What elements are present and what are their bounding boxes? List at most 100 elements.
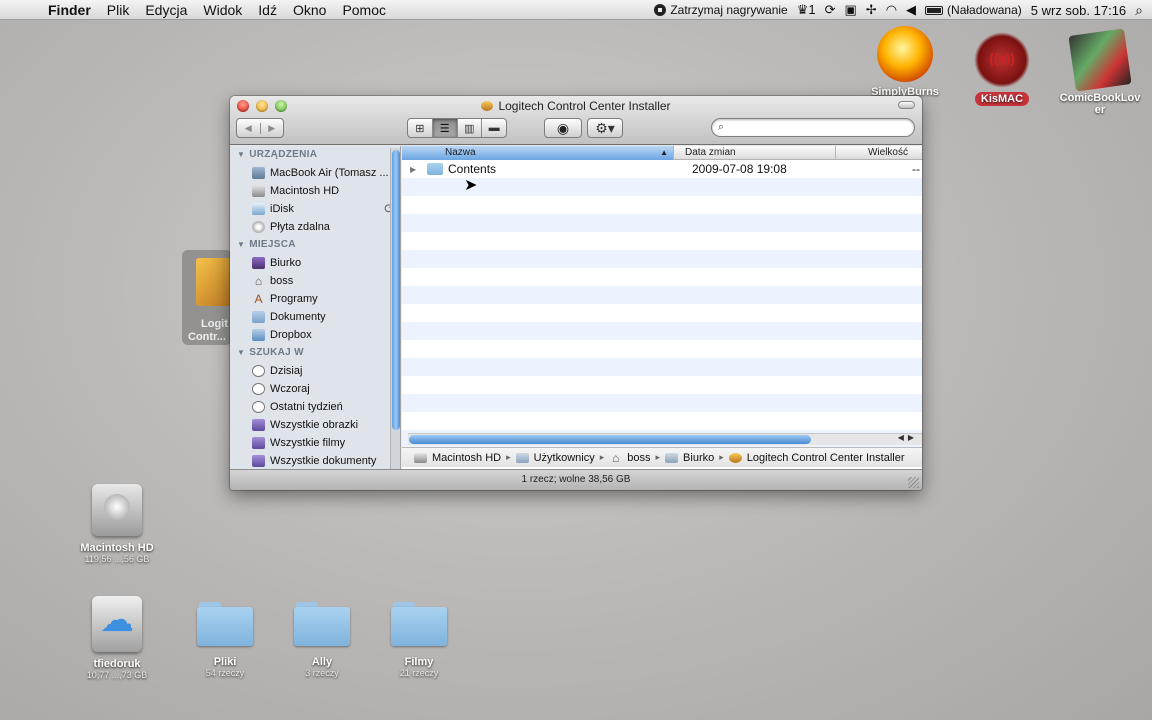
hard-drive-icon — [414, 452, 427, 463]
stop-recording-label: Zatrzymaj nagrywanie — [670, 3, 788, 17]
action-menu-button[interactable]: ⚙▾ — [587, 118, 623, 138]
desktop-icon-comicbooklover[interactable]: ComicBookLover — [1058, 28, 1142, 116]
path-item-installer[interactable]: Logitech Control Center Installer — [728, 451, 905, 464]
sidebar-item-all-images[interactable]: Wszystkie obrazki — [230, 416, 400, 434]
menu-plik[interactable]: Plik — [99, 2, 138, 18]
icon-view-button[interactable]: ⊞ — [408, 119, 432, 137]
desktop-icon-pliki[interactable]: Pliki 54 rzeczy — [190, 602, 260, 679]
menu-finder[interactable]: Finder — [44, 2, 99, 18]
clock-icon — [252, 383, 265, 395]
desktop-icon-simplyburns[interactable]: SimplyBurns — [866, 26, 944, 98]
scrollbar-thumb[interactable] — [409, 435, 811, 444]
toolbar-toggle-button[interactable] — [898, 101, 915, 109]
menu-idz[interactable]: Idź — [250, 2, 285, 18]
scroll-arrows-icon[interactable]: ◀▶ — [898, 433, 918, 442]
bluetooth-icon[interactable]: ✢ — [866, 2, 877, 18]
column-header-date[interactable]: Data zmian — [674, 146, 836, 160]
menu-extra-icon[interactable]: ▣ — [845, 2, 857, 18]
path-item-users[interactable]: Użytkownicy — [515, 452, 595, 464]
sidebar-item-macbook-air[interactable]: MacBook Air (Tomasz ... — [230, 164, 400, 182]
desktop-icon-sublabel: 54 rzeczy — [205, 668, 245, 678]
horizontal-scrollbar[interactable]: ◀▶ — [408, 433, 922, 445]
desktop-icon-macintosh-hd[interactable]: Macintosh HD 119,56 ...,56 GB — [70, 484, 164, 565]
scrollbar-thumb[interactable] — [392, 150, 400, 430]
sidebar-section-places[interactable]: ▼ MIEJSCA — [230, 236, 400, 254]
sidebar-item-biurko[interactable]: Biurko — [230, 254, 400, 272]
menu-edycja[interactable]: Edycja — [137, 2, 195, 18]
sidebar-item-idisk[interactable]: iDisk⟳ — [230, 200, 400, 218]
disclosure-triangle-icon[interactable]: ▶ — [410, 165, 422, 174]
table-row-empty — [402, 394, 922, 412]
kismac-icon — [974, 32, 1030, 88]
table-row-empty — [402, 178, 922, 196]
sidebar-item-boss[interactable]: ⌂ boss — [230, 272, 400, 290]
quick-look-button[interactable]: ◉ — [544, 118, 582, 138]
user-status-menuitem[interactable]: ♛1 — [797, 2, 816, 18]
sidebar-item-today[interactable]: Dzisiaj — [230, 362, 400, 380]
sidebar-item-label: Płyta zdalna — [270, 221, 330, 233]
desktop-icon-kismac[interactable]: KisMAC — [964, 32, 1040, 106]
wifi-icon[interactable]: ◠ — [886, 2, 897, 18]
desktop-icon-filmy[interactable]: Filmy 21 rzeczy — [384, 602, 454, 679]
sidebar-item-all-movies[interactable]: Wszystkie filmy — [230, 434, 400, 452]
sidebar-section-search[interactable]: ▼ SZUKAJ W — [230, 344, 400, 362]
path-item-label: Logitech Control Center Installer — [746, 451, 905, 464]
spotlight-icon[interactable]: ⌕ — [1135, 2, 1143, 19]
path-item-boss[interactable]: ⌂ boss — [609, 452, 650, 464]
folder-icon — [427, 163, 443, 175]
desktop-icon-ally[interactable]: Ally 3 rzeczy — [287, 602, 357, 679]
column-headers: Nazwa ▲ Data zmian Wielkość — [402, 146, 922, 160]
coverflow-view-button[interactable]: ▬ — [481, 119, 506, 137]
sidebar-item-dokumenty[interactable]: Dokumenty — [230, 308, 400, 326]
sidebar-item-macintosh-hd[interactable]: Macintosh HD — [230, 182, 400, 200]
idisk-cloud-icon — [92, 596, 142, 652]
desktop-icon-label: Ally — [311, 656, 333, 668]
installer-label-line1: Logit — [201, 318, 228, 330]
search-field[interactable]: ⌕ — [711, 118, 915, 137]
sidebar-section-devices[interactable]: ▼ URZĄDZENIA — [230, 146, 400, 164]
menubar-clock[interactable]: 5 wrz sob. 17:16 — [1031, 3, 1126, 18]
desktop-icon-label: Pliki — [213, 656, 237, 668]
idisk-icon — [252, 203, 265, 215]
sidebar-item-remote-disc[interactable]: Płyta zdalna — [230, 218, 400, 236]
desktop-icon-tfiedoruk[interactable]: tfiedoruk 10,77 ...,73 GB — [74, 596, 160, 681]
disc-icon — [252, 221, 265, 233]
volume-icon[interactable]: ◀ — [906, 2, 916, 18]
column-header-size[interactable]: Wielkość — [836, 146, 922, 160]
desktop-icon-label: ComicBookLover — [1059, 92, 1141, 116]
menu-widok[interactable]: Widok — [195, 2, 250, 18]
table-row-empty — [402, 286, 922, 304]
file-rows: ▶ Contents 2009-07-08 19:08 -- — [402, 160, 922, 448]
sidebar-item-programy[interactable]: A Programy — [230, 290, 400, 308]
table-row-empty — [402, 358, 922, 376]
sidebar-item-yesterday[interactable]: Wczoraj — [230, 380, 400, 398]
desktop-icon-sublabel: 21 rzeczy — [399, 668, 439, 678]
resize-grip-icon[interactable] — [908, 477, 919, 488]
window-toolbar: Logitech Control Center Installer ◀ ▶ ⊞ … — [230, 96, 922, 145]
column-header-name[interactable]: Nazwa ▲ — [402, 146, 674, 160]
stop-recording-menuitem[interactable]: Zatrzymaj nagrywanie — [654, 3, 788, 17]
path-item-macintosh-hd[interactable]: Macintosh HD — [414, 452, 501, 464]
sidebar-item-last-week[interactable]: Ostatni tydzień — [230, 398, 400, 416]
comicbooklover-icon — [1068, 28, 1132, 92]
path-item-biurko[interactable]: Biurko — [665, 452, 714, 464]
disclosure-down-icon: ▼ — [237, 348, 246, 357]
sidebar-item-label: Ostatni tydzień — [270, 401, 343, 413]
sidebar-item-dropbox[interactable]: Dropbox — [230, 326, 400, 344]
menu-pomoc[interactable]: Pomoc — [334, 2, 394, 18]
folder-icon — [294, 602, 350, 646]
menu-okno[interactable]: Okno — [285, 2, 334, 18]
folder-icon — [665, 452, 679, 463]
table-row[interactable]: ▶ Contents 2009-07-08 19:08 -- — [402, 160, 922, 178]
column-view-button[interactable]: ▥ — [456, 119, 482, 137]
sidebar-scrollbar[interactable] — [390, 148, 400, 478]
list-view-button[interactable]: ☰ — [431, 119, 457, 137]
sidebar-item-all-documents[interactable]: Wszystkie dokumenty — [230, 452, 400, 469]
search-input[interactable] — [728, 121, 899, 134]
battery-menuitem[interactable]: (Naładowana) — [925, 3, 1022, 17]
forward-button[interactable]: ▶ — [259, 122, 284, 134]
table-row-empty — [402, 340, 922, 358]
back-button[interactable]: ◀ — [237, 123, 260, 134]
time-machine-icon[interactable]: ⟳ — [825, 2, 836, 18]
table-row-empty — [402, 196, 922, 214]
